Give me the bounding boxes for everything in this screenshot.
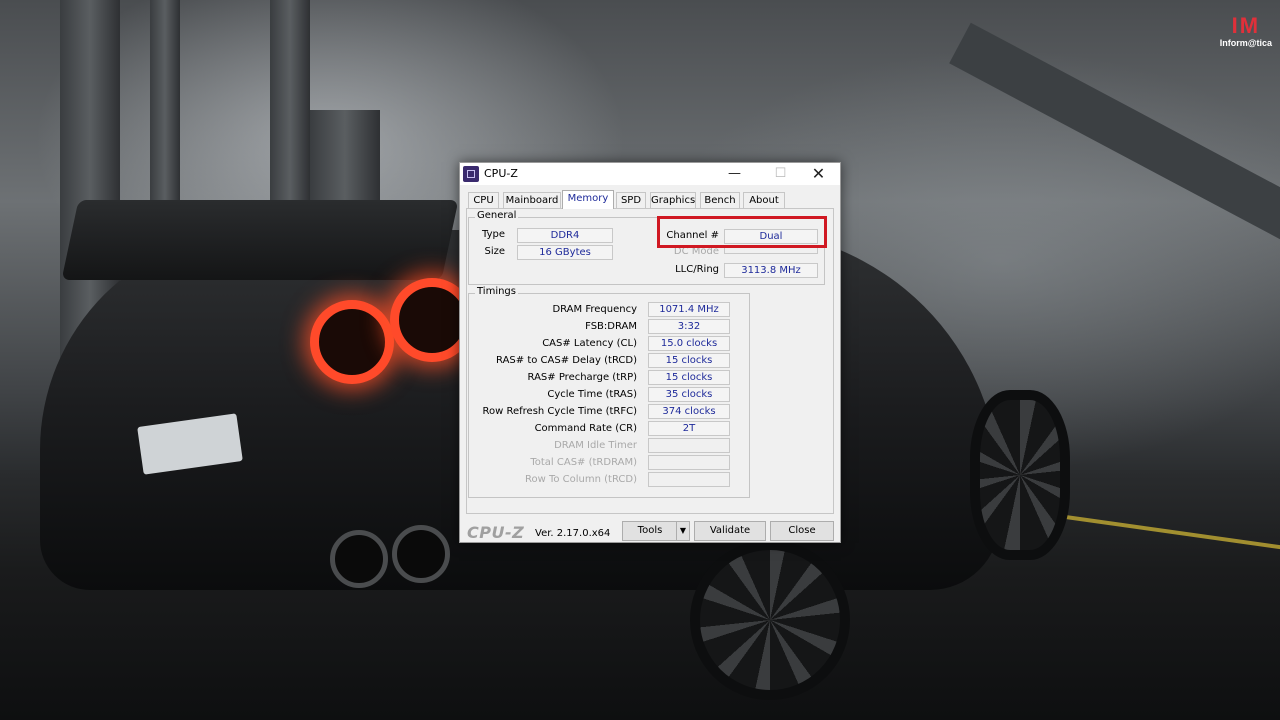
taillight-left: [310, 300, 394, 384]
tab-cpu[interactable]: CPU: [468, 192, 499, 208]
timings-group: Timings DRAM Frequency 1071.4 MHz FSB:DR…: [468, 286, 750, 498]
timing-label: RAS# Precharge (tRP): [527, 372, 637, 383]
memory-type-value: DDR4: [517, 228, 613, 243]
cpuz-window: CPU-Z — ☐ ✕ CPU Mainboard Memory SPD Gra…: [459, 162, 841, 543]
llc-ring-label: LLC/Ring: [675, 264, 719, 275]
validate-button[interactable]: Validate: [694, 521, 766, 541]
timing-value: [648, 438, 730, 453]
timings-group-title: Timings: [475, 286, 518, 297]
timing-label: CAS# Latency (CL): [542, 338, 637, 349]
memory-size-value: 16 GBytes: [517, 245, 613, 260]
window-title: CPU-Z: [484, 167, 518, 180]
watermark-name: Inform@tica: [1219, 38, 1272, 48]
timing-value: 15 clocks: [648, 353, 730, 368]
tab-memory[interactable]: Memory: [562, 190, 614, 209]
llc-ring-value: 3113.8 MHz: [724, 263, 818, 278]
exhaust-pipe: [392, 525, 450, 583]
timing-label: Total CAS# (tRDRAM): [530, 457, 637, 468]
timing-label: Row To Column (tRCD): [524, 474, 637, 485]
timing-value: [648, 472, 730, 487]
car-spoiler: [61, 200, 459, 280]
cpuz-logo: CPU-Z: [467, 523, 525, 542]
tools-button[interactable]: Tools: [622, 521, 678, 541]
timing-value: [648, 455, 730, 470]
timing-value: 3:32: [648, 319, 730, 334]
timing-value: 35 clocks: [648, 387, 730, 402]
timing-label: Cycle Time (tRAS): [547, 389, 637, 400]
timing-value: 15 clocks: [648, 370, 730, 385]
watermark-logo: IM: [1231, 13, 1261, 38]
channel-highlight-box: [657, 216, 827, 248]
tab-bench[interactable]: Bench: [700, 192, 740, 208]
cpuz-app-icon: [463, 166, 479, 182]
timing-value: 15.0 clocks: [648, 336, 730, 351]
close-button[interactable]: Close: [770, 521, 834, 541]
minimize-button[interactable]: —: [712, 163, 757, 185]
size-label: Size: [484, 246, 505, 257]
title-bar[interactable]: CPU-Z — ☐ ✕: [460, 163, 840, 185]
timing-label: RAS# to CAS# Delay (tRCD): [496, 355, 637, 366]
type-label: Type: [482, 229, 505, 240]
tab-graphics[interactable]: Graphics: [650, 192, 696, 208]
close-window-button[interactable]: ✕: [796, 163, 841, 185]
exhaust-pipe: [330, 530, 388, 588]
timing-label: Command Rate (CR): [534, 423, 637, 434]
channel-watermark: IM Inform@tica: [1219, 13, 1272, 49]
tools-dropdown-arrow[interactable]: ▼: [676, 521, 690, 541]
general-group-title: General: [475, 210, 519, 221]
timing-value: 1071.4 MHz: [648, 302, 730, 317]
car-wheel: [970, 390, 1070, 560]
timing-label: DRAM Frequency: [552, 304, 637, 315]
version-label: Ver. 2.17.0.x64: [535, 528, 611, 539]
tab-spd[interactable]: SPD: [616, 192, 646, 208]
car-wheel: [690, 540, 850, 700]
tab-about[interactable]: About: [743, 192, 785, 208]
wallpaper-building: [270, 0, 310, 230]
timing-label: DRAM Idle Timer: [554, 440, 637, 451]
tab-mainboard[interactable]: Mainboard: [503, 192, 561, 208]
timing-label: Row Refresh Cycle Time (tRFC): [482, 406, 637, 417]
timing-value: 374 clocks: [648, 404, 730, 419]
memory-tab-panel: General Type DDR4 Size 16 GBytes Channel…: [466, 208, 834, 514]
timing-label: FSB:DRAM: [585, 321, 637, 332]
timing-value: 2T: [648, 421, 730, 436]
